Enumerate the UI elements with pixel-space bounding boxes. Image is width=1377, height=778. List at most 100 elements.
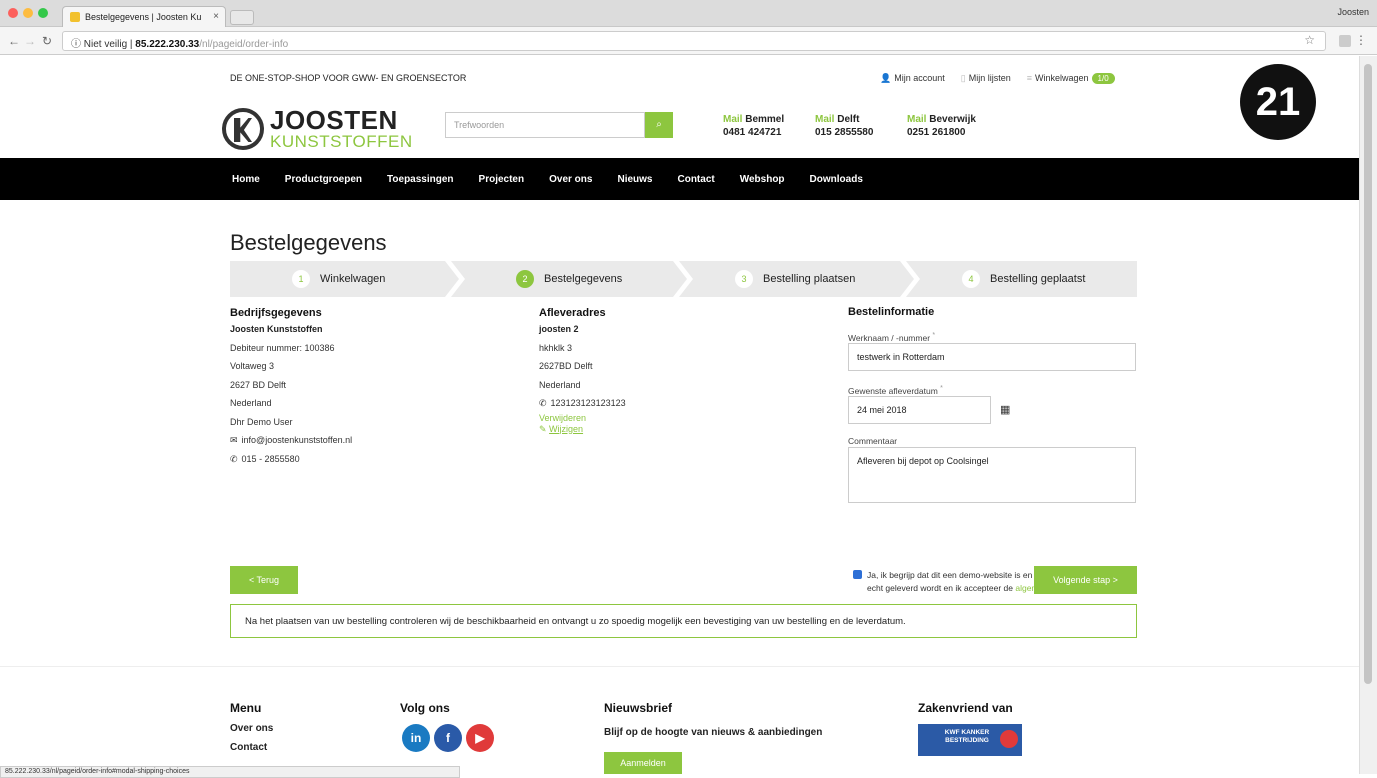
scrollbar-thumb[interactable] — [1364, 64, 1372, 684]
close-tab-icon[interactable]: × — [213, 11, 219, 22]
reload-icon[interactable]: ↻ — [42, 34, 52, 48]
footer-follow-heading: Volg ons — [400, 701, 450, 715]
company-country: Nederland — [230, 398, 272, 408]
debtor-number: Debiteur nummer: 100386 — [230, 342, 335, 353]
phone-icon: ✆ — [539, 398, 547, 408]
new-tab-button[interactable] — [230, 10, 254, 25]
top-links: 👤 Mijn account ▯ Mijn lijsten ≡ Winkelwagen… — [880, 73, 1115, 84]
delivery-heading: Afleveradres — [539, 307, 606, 319]
tab-title: Bestelgegevens | Joosten Ku — [85, 12, 202, 22]
order-info-heading: Bestelinformatie — [848, 306, 935, 318]
url-field[interactable]: ⓘ Niet veilig | 85.222.230.33/nl/pageid/… — [62, 31, 1326, 51]
minimize-window-icon[interactable] — [23, 8, 33, 18]
list-icon: ▯ — [960, 73, 966, 83]
footer-divider — [0, 666, 1359, 667]
info-icon: ⓘ — [71, 39, 81, 50]
nav-home[interactable]: Home — [232, 174, 260, 185]
step-separator — [673, 261, 693, 297]
delivery-phone: 123123123123123 — [550, 398, 626, 408]
edit-address-link[interactable]: ✎ Wijzigen — [539, 424, 583, 434]
delivery-address: Afleveradres joosten 2 hkhklk 3 2627BD D… — [539, 306, 626, 435]
step-separator — [900, 261, 920, 297]
linkedin-icon[interactable]: in — [402, 724, 430, 752]
calendar-icon[interactable]: ▦ — [1000, 403, 1010, 416]
close-window-icon[interactable] — [8, 8, 18, 18]
maximize-window-icon[interactable] — [38, 8, 48, 18]
logo-sub-text: KUNSTSTOFFEN — [270, 132, 413, 151]
company-email[interactable]: info@joostenkunststoffen.nl — [242, 435, 353, 445]
kwf-logo[interactable]: KWF KANKER BESTRIJDING — [918, 724, 1022, 756]
date-label: Gewenste afleverdatum * — [848, 384, 943, 396]
delivery-name: joosten 2 — [539, 324, 579, 334]
account-link[interactable]: 👤 Mijn account — [880, 73, 945, 84]
youtube-icon[interactable]: ▶ — [466, 724, 494, 752]
cart-link[interactable]: ≡ Winkelwagen 1/0 — [1027, 73, 1115, 84]
back-icon[interactable]: ← — [8, 34, 20, 48]
nav-projecten[interactable]: Projecten — [479, 174, 525, 185]
nav-toepassingen[interactable]: Toepassingen — [387, 174, 454, 185]
newsletter-text: Blijf op de hoogte van nieuws & aanbiedi… — [604, 727, 823, 738]
cart-icon: ≡ — [1026, 73, 1032, 83]
step-winkelwagen[interactable]: 1 Winkelwagen — [292, 261, 385, 297]
delivery-street: hkhklk 3 — [539, 342, 573, 353]
nav-nieuws[interactable]: Nieuws — [617, 174, 652, 185]
next-step-button[interactable]: Volgende stap > — [1034, 566, 1137, 594]
comment-textarea[interactable]: Afleveren bij depot op Coolsingel — [848, 447, 1136, 503]
delivery-country: Nederland — [539, 379, 581, 390]
main-navigation: Home Productgroepen Toepassingen Project… — [0, 158, 1359, 200]
nav-webshop[interactable]: Webshop — [740, 174, 785, 185]
phone-icon: ✆ — [230, 453, 238, 464]
contact-bemmel[interactable]: Mail Bemmel 0481 424721 — [723, 113, 784, 139]
footer-link-contact[interactable]: Contact — [230, 742, 267, 753]
browser-tab-bar: Bestelgegevens | Joosten Ku × Joosten — [0, 0, 1377, 27]
edit-icon: ✎ — [539, 423, 550, 434]
favicon-icon — [70, 12, 80, 22]
nav-downloads[interactable]: Downloads — [810, 174, 863, 185]
bookmark-star-icon[interactable]: ☆ — [1304, 33, 1315, 47]
nav-productgroepen[interactable]: Productgroepen — [285, 174, 362, 185]
step-bestelgegevens: 2 Bestelgegevens — [516, 261, 622, 297]
footer-link-over-ons[interactable]: Over ons — [230, 723, 273, 734]
logo-k-icon — [222, 108, 264, 150]
lists-link[interactable]: ▯ Mijn lijsten — [961, 73, 1011, 84]
browser-tab[interactable]: Bestelgegevens | Joosten Ku × — [62, 6, 226, 27]
forward-icon[interactable]: → — [24, 34, 36, 48]
site-tagline: DE ONE-STOP-SHOP VOOR GWW- EN GROENSECTO… — [230, 73, 467, 83]
step-separator — [445, 261, 465, 297]
search-button[interactable]: ⌕ — [645, 112, 673, 138]
browser-menu-icon[interactable]: ⋮ — [1355, 33, 1367, 47]
footer-partner-heading: Zakenvriend van — [918, 701, 1013, 715]
profile-name[interactable]: Joosten — [1337, 7, 1369, 17]
site-logo[interactable]: JOOSTEN KUNSTSTOFFEN — [222, 105, 412, 155]
url-host: 85.222.230.33 — [135, 39, 200, 50]
company-zip-city: 2627 BD Delft — [230, 379, 287, 390]
screenshot-number-badge: 21 — [1240, 64, 1316, 140]
company-heading: Bedrijfsgegevens — [230, 307, 322, 319]
facebook-icon[interactable]: f — [434, 724, 462, 752]
back-button[interactable]: < Terug — [230, 566, 298, 594]
extension-icon[interactable] — [1339, 35, 1351, 47]
consent-checkbox[interactable] — [853, 570, 862, 579]
project-label: Werknaam / -nummer * — [848, 331, 936, 343]
page-scrollbar[interactable] — [1359, 56, 1377, 774]
search-input[interactable]: Trefwoorden — [445, 112, 645, 138]
remove-address-link[interactable]: Verwijderen — [539, 413, 586, 423]
kwf-flag-icon — [1000, 730, 1018, 748]
page-title: Bestelgegevens — [230, 230, 387, 255]
contact-beverwijk[interactable]: Mail Beverwijk 0251 261800 — [907, 113, 976, 139]
comment-label: Commentaar — [848, 436, 898, 446]
nav-over-ons[interactable]: Over ons — [549, 174, 592, 185]
newsletter-signup-button[interactable]: Aanmelden — [604, 752, 682, 774]
url-path: /nl/pageid/order-info — [199, 39, 289, 50]
project-input[interactable]: testwerk in Rotterdam — [848, 343, 1136, 371]
nav-contact[interactable]: Contact — [677, 174, 714, 185]
security-label: Niet veilig — [83, 39, 128, 50]
company-phone: 015 - 2855580 — [241, 453, 300, 464]
delivery-zip-city: 2627BD Delft — [539, 361, 593, 371]
company-contact: Dhr Demo User — [230, 416, 293, 427]
order-info-form: Bestelinformatie Werknaam / -nummer * te… — [848, 306, 1138, 593]
delivery-date-input[interactable]: 24 mei 2018 — [848, 396, 991, 424]
step-bestelling-geplaatst: 4 Bestelling geplaatst — [962, 261, 1085, 297]
contact-delft[interactable]: Mail Delft 015 2855580 — [815, 113, 873, 139]
user-icon: 👤 — [880, 73, 892, 83]
